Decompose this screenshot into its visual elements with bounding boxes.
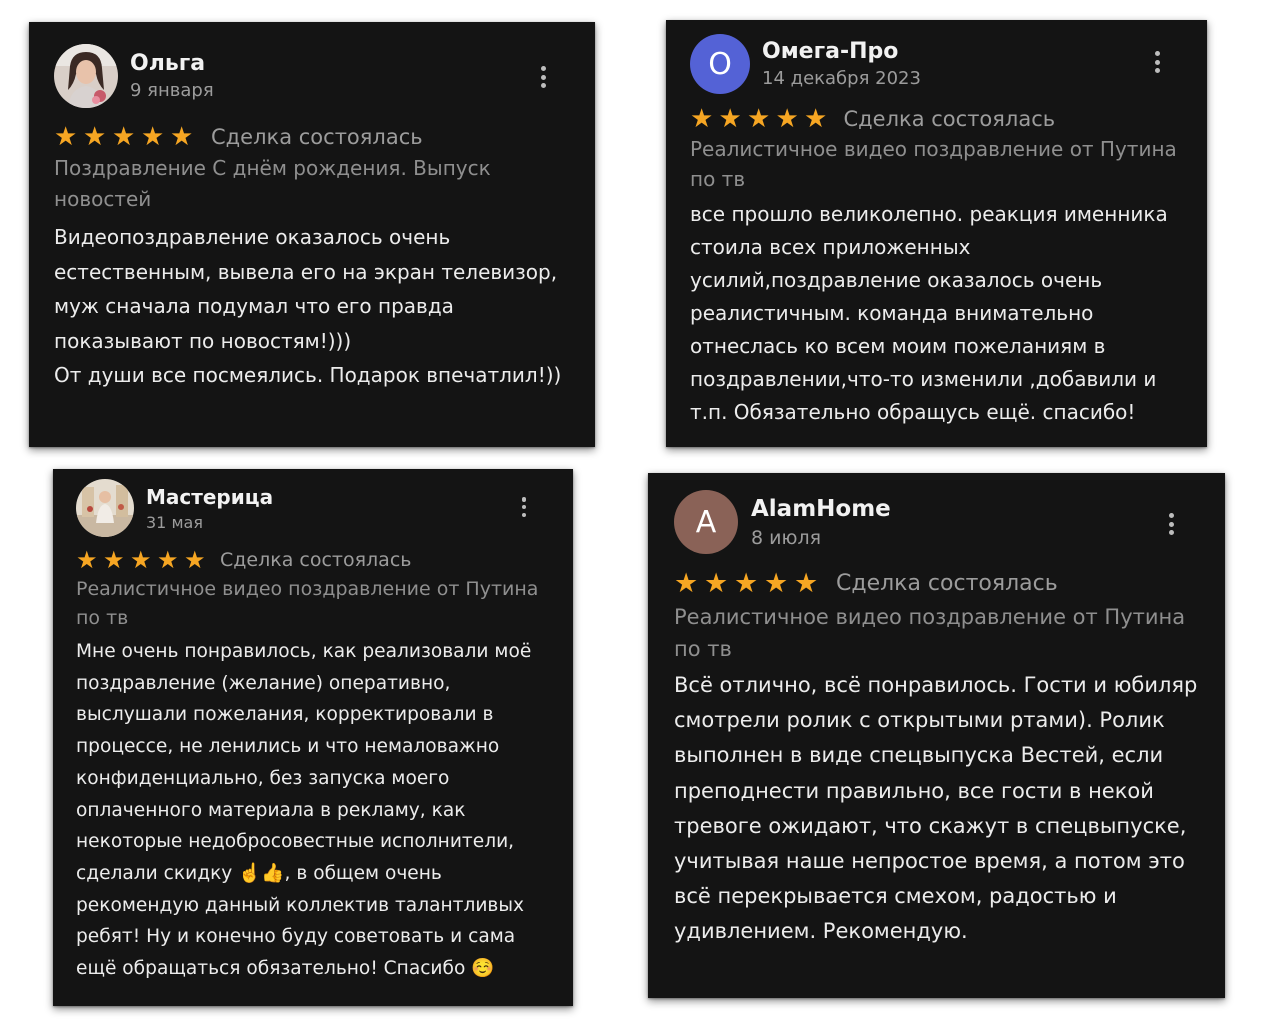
author-name[interactable]: Ольга bbox=[130, 51, 214, 76]
star-rating: ★ ★ ★ ★ ★ bbox=[76, 548, 211, 572]
review-text: все прошло великолепно. реакция именника… bbox=[690, 202, 1168, 424]
author-block: Омега-Про 14 декабря 2023 bbox=[762, 39, 921, 89]
rating-row: ★ ★ ★ ★ ★ Сделка состоялась bbox=[690, 106, 1183, 132]
review-header: О Омега-Про 14 декабря 2023 bbox=[690, 34, 1183, 94]
star-icon: ★ bbox=[804, 104, 828, 134]
review-date: 8 июля bbox=[751, 526, 822, 549]
star-icon: ★ bbox=[794, 568, 819, 599]
product-title[interactable]: Реалистичное видео поздравление от Путин… bbox=[76, 575, 550, 633]
author-block: AlamHome 8 июля bbox=[751, 496, 891, 549]
rating-row: ★ ★ ★ ★ ★ Сделка состоялась bbox=[674, 570, 1199, 597]
review-card-omega-pro: О Омега-Про 14 декабря 2023 ★ ★ ★ ★ ★ Сделка… bbox=[666, 20, 1207, 447]
star-rating: ★ ★ ★ ★ ★ bbox=[690, 106, 833, 132]
star-icon: ★ bbox=[764, 568, 789, 599]
avatar[interactable]: А bbox=[674, 490, 738, 554]
review-header: Мастерица 31 мая bbox=[76, 479, 550, 537]
product-title[interactable]: Поздравление С днём рождения. Выпуск нов… bbox=[54, 153, 570, 215]
star-icon: ★ bbox=[54, 122, 78, 152]
star-icon: ★ bbox=[170, 122, 194, 152]
star-icon: ★ bbox=[704, 568, 729, 599]
star-icon: ★ bbox=[103, 546, 125, 574]
more-options-icon[interactable] bbox=[539, 66, 547, 88]
author-block: Ольга 9 января bbox=[130, 51, 214, 101]
author-name[interactable]: Мастерица bbox=[146, 485, 273, 509]
author-name[interactable]: AlamHome bbox=[751, 496, 891, 522]
star-rating: ★ ★ ★ ★ ★ bbox=[674, 570, 824, 597]
star-rating: ★ ★ ★ ★ ★ bbox=[54, 124, 199, 150]
author-block: Мастерица 31 мая bbox=[146, 485, 273, 532]
product-title[interactable]: Реалистичное видео поздравление от Путин… bbox=[690, 134, 1183, 194]
review-header: А AlamHome 8 июля bbox=[674, 490, 1199, 554]
more-options-icon[interactable] bbox=[1167, 513, 1175, 535]
review-card-masteritsa: Мастерица 31 мая ★ ★ ★ ★ ★ Сделка состоялась… bbox=[53, 469, 573, 1006]
review-date: 9 января bbox=[130, 80, 214, 101]
star-icon: ★ bbox=[83, 122, 107, 152]
author-name[interactable]: Омега-Про bbox=[762, 39, 921, 64]
review-card-olga: Ольга 9 января ★ ★ ★ ★ ★ Сделка состоялась П… bbox=[29, 22, 595, 447]
more-options-icon[interactable] bbox=[520, 497, 528, 517]
deal-status: Сделка состоялась bbox=[836, 571, 1058, 596]
star-icon: ★ bbox=[157, 546, 179, 574]
rating-row: ★ ★ ★ ★ ★ Сделка состоялась bbox=[76, 548, 550, 572]
review-date: 31 мая bbox=[146, 512, 203, 532]
product-title[interactable]: Реалистичное видео поздравление от Путин… bbox=[674, 601, 1199, 665]
star-icon: ★ bbox=[674, 568, 699, 599]
star-icon: ★ bbox=[112, 122, 136, 152]
review-header: Ольга 9 января bbox=[54, 44, 570, 108]
star-icon: ★ bbox=[184, 546, 206, 574]
deal-status: Сделка состоялась bbox=[211, 125, 423, 149]
avatar[interactable]: О bbox=[690, 34, 750, 94]
rating-row: ★ ★ ★ ★ ★ Сделка состоялась bbox=[54, 124, 570, 150]
review-card-alamhome: А AlamHome 8 июля ★ ★ ★ ★ ★ Сделка состоялас… bbox=[648, 473, 1225, 998]
star-icon: ★ bbox=[130, 546, 152, 574]
avatar[interactable] bbox=[54, 44, 118, 108]
review-text: Видеопоздравление оказалось очень естест… bbox=[54, 225, 562, 388]
avatar[interactable] bbox=[76, 479, 134, 537]
review-date: 14 декабря 2023 bbox=[762, 68, 921, 89]
star-icon: ★ bbox=[141, 122, 165, 152]
review-text: Всё отлично, всё понравилось. Гости и юб… bbox=[674, 673, 1198, 944]
star-icon: ★ bbox=[76, 546, 98, 574]
review-text: Мне очень понравилось, как реализовали м… bbox=[76, 641, 532, 980]
star-icon: ★ bbox=[718, 104, 742, 134]
more-options-icon[interactable] bbox=[1153, 51, 1161, 73]
star-icon: ★ bbox=[747, 104, 771, 134]
star-icon: ★ bbox=[734, 568, 759, 599]
star-icon: ★ bbox=[775, 104, 799, 134]
deal-status: Сделка состоялась bbox=[220, 549, 412, 571]
star-icon: ★ bbox=[690, 104, 714, 134]
deal-status: Сделка состоялась bbox=[843, 107, 1056, 131]
